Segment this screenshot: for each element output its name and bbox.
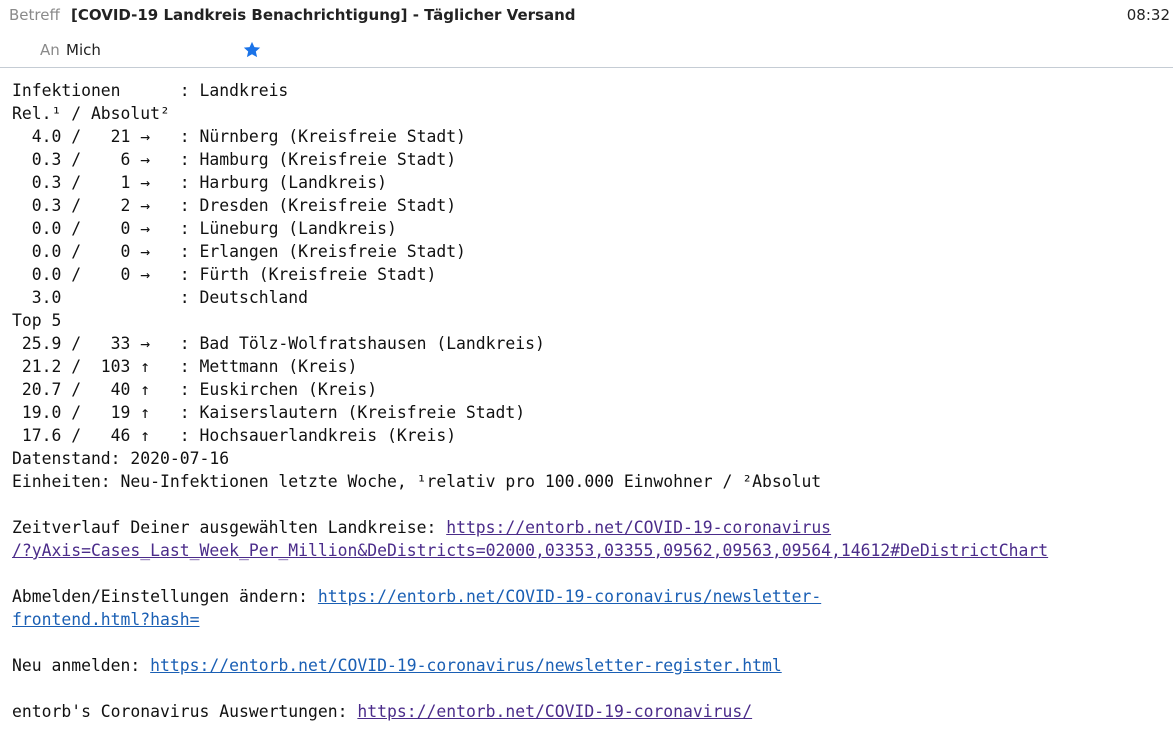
top5-row: 17.6 / 46 ↑ : Hochsauerlandkreis (Kreis) <box>12 426 457 445</box>
table-row: 4.0 / 21 → : Nürnberg (Kreisfreie Stadt) <box>12 127 466 146</box>
datenstand: Datenstand: 2020-07-16 <box>12 449 230 468</box>
top5-row: 20.7 / 40 ↑ : Euskirchen (Kreis) <box>12 380 378 399</box>
entorb-link[interactable]: https://entorb.net/COVID-19-coronavirus/ <box>357 702 752 721</box>
top5-row: 21.2 / 103 ↑ : Mettmann (Kreis) <box>12 357 358 376</box>
zeitverlauf-label: Zeitverlauf Deiner ausgewählten Landkrei… <box>12 518 447 537</box>
register-link[interactable]: https://entorb.net/COVID-19-coronavirus/… <box>150 656 782 675</box>
to-label: An <box>40 41 60 59</box>
table-row: 0.0 / 0 → : Lüneburg (Landkreis) <box>12 219 397 238</box>
abmelden-link-cont[interactable]: frontend.html?hash= <box>12 610 200 629</box>
email-subject: [COVID-19 Landkreis Benachrichtigung] - … <box>71 6 576 24</box>
table-row: 0.3 / 2 → : Dresden (Kreisfreie Stadt) <box>12 196 457 215</box>
neu-label: Neu anmelden: <box>12 656 151 675</box>
subject-label: Betreff <box>9 6 60 24</box>
table-row-total: 3.0 : Deutschland <box>12 288 309 307</box>
abmelden-link[interactable]: https://entorb.net/COVID-19-coronavirus/… <box>318 587 821 606</box>
abmelden-label: Abmelden/Einstellungen ändern: <box>12 587 318 606</box>
email-header: Betreff [COVID-19 Landkreis Benachrichti… <box>0 0 1173 68</box>
table-row: 0.0 / 0 → : Erlangen (Kreisfreie Stadt) <box>12 242 466 261</box>
table-row: 0.0 / 0 → : Fürth (Kreisfreie Stadt) <box>12 265 437 284</box>
entorb-label: entorb's Coronavirus Auswertungen: <box>12 702 358 721</box>
table-header-1: Infektionen : Landkreis <box>12 81 289 100</box>
top5-label: Top 5 <box>12 311 62 330</box>
zeitverlauf-link[interactable]: https://entorb.net/COVID-19-coronavirus <box>446 518 831 537</box>
einheiten: Einheiten: Neu-Infektionen letzte Woche,… <box>12 472 822 491</box>
top5-row: 19.0 / 19 ↑ : Kaiserslautern (Kreisfreie… <box>12 403 526 422</box>
email-time: 08:32 <box>1126 6 1170 24</box>
table-header-2: Rel.¹ / Absolut² <box>12 104 170 123</box>
recipient-name[interactable]: Mich <box>66 41 101 59</box>
table-row: 0.3 / 6 → : Hamburg (Kreisfreie Stadt) <box>12 150 457 169</box>
table-row: 0.3 / 1 → : Harburg (Landkreis) <box>12 173 387 192</box>
zeitverlauf-link-cont[interactable]: /?yAxis=Cases_Last_Week_Per_Million&DeDi… <box>12 541 1048 560</box>
top5-row: 25.9 / 33 → : Bad Tölz-Wolfratshausen (L… <box>12 334 545 353</box>
email-body: Infektionen : Landkreis Rel.¹ / Absolut²… <box>12 79 1048 723</box>
star-icon[interactable] <box>242 40 262 60</box>
